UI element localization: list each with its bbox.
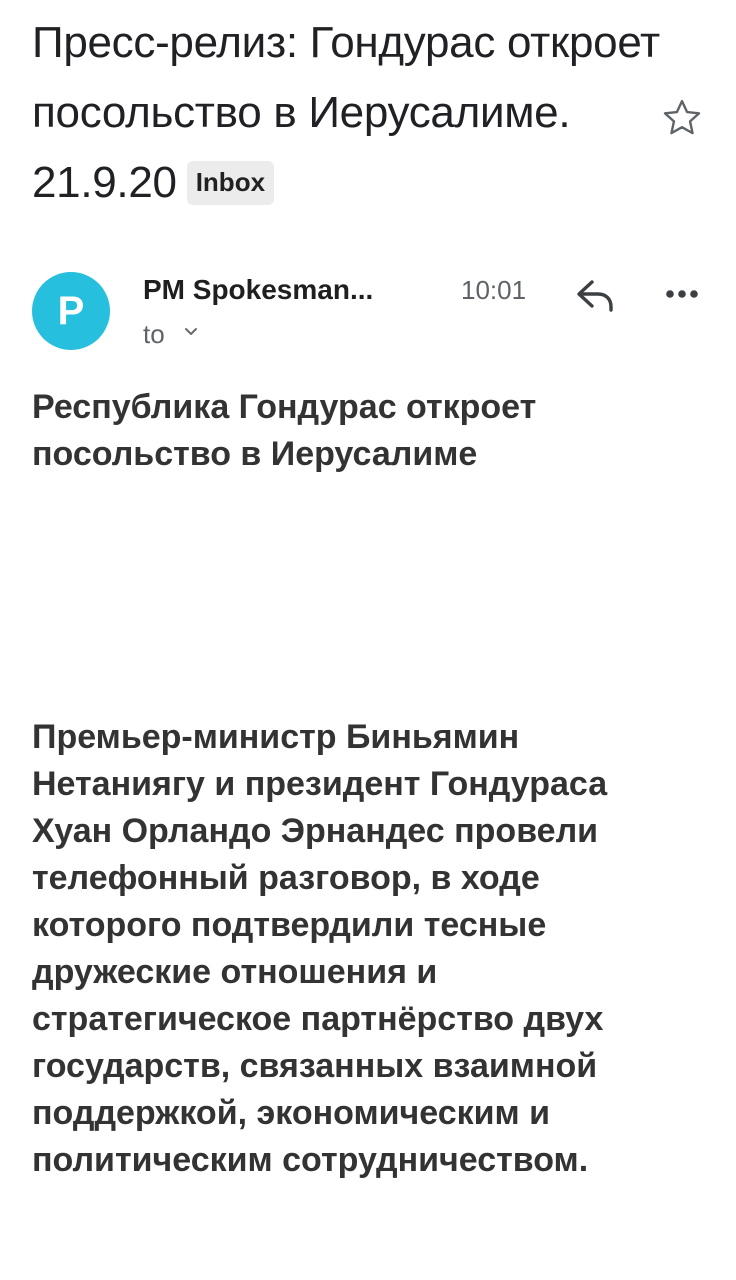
reply-icon[interactable]: [572, 274, 618, 316]
body-line: Нетаниягу и президент Гондураса: [32, 765, 608, 803]
sender-name[interactable]: PM Spokesman...: [143, 270, 443, 310]
body-line: политическим сотрудничеством.: [32, 1141, 589, 1179]
body-line: Премьер-министр Биньямин: [32, 718, 520, 756]
chevron-down-icon: [184, 328, 197, 335]
recipient-toggle[interactable]: to: [143, 316, 200, 352]
subject-text: Пресс-релиз: Гондурас откроет посольство…: [32, 18, 660, 207]
email-subject: Пресс-релиз: Гондурас откроет посольство…: [32, 8, 662, 218]
recipient-label: to: [143, 319, 165, 349]
body-line: телефонный разговор, в ходе: [32, 859, 540, 897]
sender-avatar[interactable]: P: [32, 272, 110, 350]
star-icon[interactable]: [660, 96, 704, 140]
message-body: Премьер-министр Биньямин Нетаниягу и пре…: [32, 714, 712, 1184]
body-line: дружеские отношения и: [32, 953, 438, 991]
more-options-icon[interactable]: [660, 280, 704, 308]
body-line: стратегическое партнёрство двух: [32, 1000, 604, 1038]
headline-line: посольство в Иерусалиме: [32, 435, 478, 473]
inbox-label-badge[interactable]: Inbox: [186, 161, 275, 205]
body-line: государств, связанных взаимной: [32, 1047, 598, 1085]
body-line: которого подтвердили тесные: [32, 906, 547, 944]
message-headline: Республика Гондурас откроет посольство в…: [32, 384, 692, 478]
message-time: 10:01: [461, 275, 527, 305]
headline-line: Республика Гондурас откроет: [32, 388, 537, 426]
body-line: Хуан Орландо Эрнандес провели: [32, 812, 599, 850]
body-line: поддержкой, экономическим и: [32, 1094, 551, 1132]
